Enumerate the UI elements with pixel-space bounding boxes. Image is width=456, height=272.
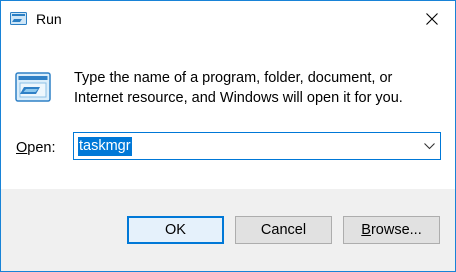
window-title: Run [36,11,62,27]
cancel-button[interactable]: Cancel [235,216,332,244]
run-icon [10,11,27,26]
title-bar[interactable]: Run [1,1,455,37]
open-label-text: pen: [27,140,56,156]
run-icon [15,70,51,106]
close-button[interactable] [409,1,455,37]
browse-label-text: rowse... [370,222,422,238]
browse-access-key: B [361,222,371,238]
dialog-description: Type the name of a program, folder, docu… [74,70,403,106]
command-combobox[interactable]: taskmgr [73,132,441,160]
open-label-access-key: O [16,140,28,156]
button-bar: OK Cancel Browse... [1,189,455,271]
open-label: Open: [16,138,56,158]
close-icon [426,13,438,25]
command-input[interactable]: taskmgr [78,137,132,156]
browse-button[interactable]: Browse... [343,216,440,244]
chevron-down-icon [423,142,435,149]
run-dialog: Run Type the name of a program, folder, … [0,0,456,272]
ok-button[interactable]: OK [127,216,224,244]
dropdown-button[interactable] [418,133,440,159]
